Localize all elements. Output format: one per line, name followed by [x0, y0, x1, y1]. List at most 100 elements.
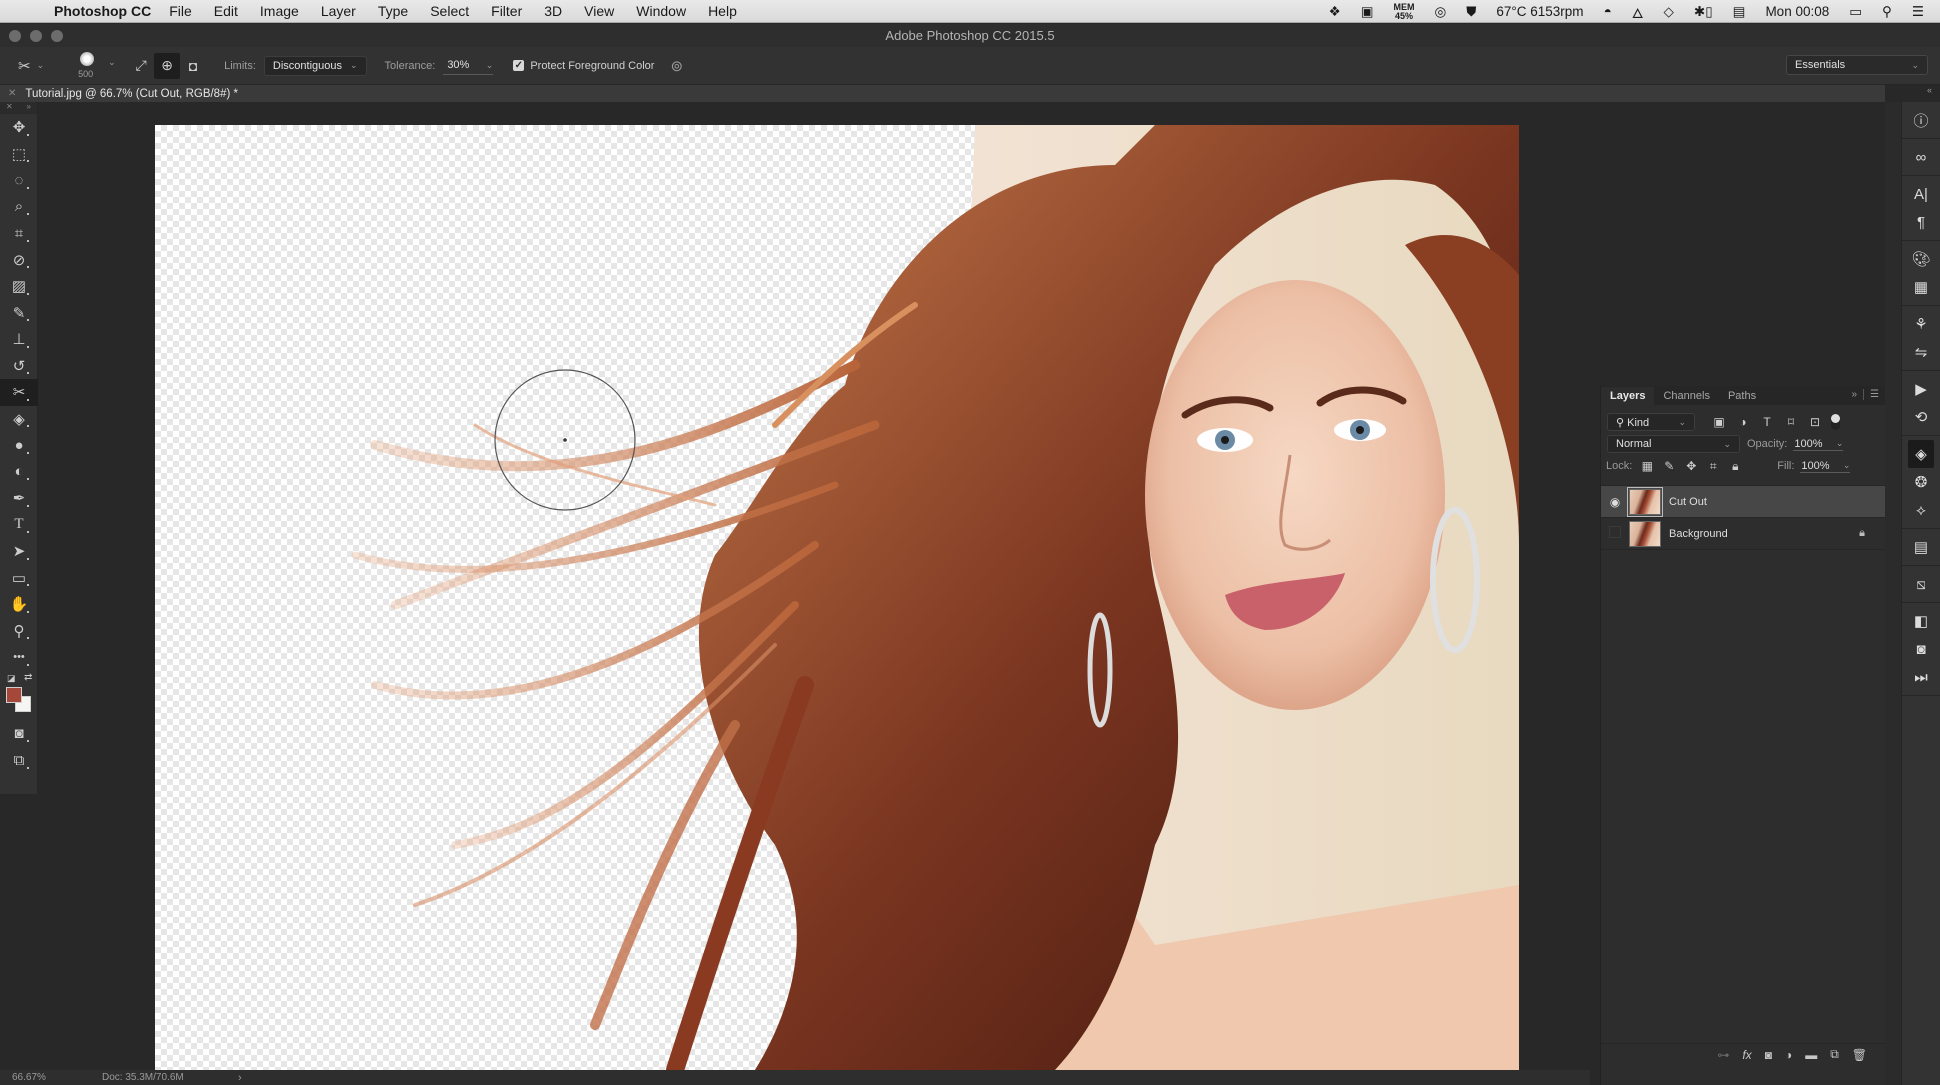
menu-view[interactable]: View — [584, 3, 614, 19]
close-tab-icon[interactable]: ✕ — [8, 88, 16, 99]
libraries-panel-icon[interactable]: ∞ — [1902, 143, 1940, 171]
menu-3d[interactable]: 3D — [544, 3, 562, 19]
dropbox-icon[interactable]: ❖ — [1329, 4, 1341, 20]
zoom-tool[interactable]: ⚲ — [0, 618, 38, 645]
background-eraser-tool[interactable]: ✂ — [0, 379, 38, 406]
shield-icon[interactable]: ⛊ — [1466, 4, 1476, 20]
pixel-layer-filter-icon[interactable]: ▣ — [1707, 415, 1731, 429]
zoom-level[interactable]: 66.67% — [12, 1072, 102, 1083]
tolerance-field[interactable]: 30% ⌄ — [443, 57, 494, 75]
menu-window[interactable]: Window — [636, 3, 686, 19]
zoom-window-button[interactable] — [51, 29, 63, 42]
menu-layer[interactable]: Layer — [321, 3, 356, 19]
path-selection-tool[interactable]: ➤ — [0, 538, 38, 565]
document-canvas[interactable] — [155, 125, 1519, 1070]
healing-brush-tool[interactable]: ▨ — [0, 273, 38, 300]
layers-panel-icon[interactable]: ◈ — [1908, 440, 1934, 468]
swap-colors-icon[interactable]: ⇄ — [24, 672, 32, 683]
chevron-down-icon[interactable]: ⌄ — [486, 60, 494, 71]
protect-foreground-label[interactable]: Protect Foreground Color — [530, 60, 654, 72]
new-layer-icon[interactable]: ⧉ — [1830, 1047, 1839, 1062]
menu-select[interactable]: Select — [430, 3, 469, 19]
blur-tool[interactable]: ● — [0, 432, 38, 459]
pen-tool[interactable]: ✒ — [0, 485, 38, 512]
protect-foreground-checkbox[interactable]: ✓ — [513, 60, 525, 71]
app-menu[interactable]: Photoshop CC — [54, 3, 151, 19]
link-layers-icon[interactable]: ⊶ — [1717, 1048, 1729, 1062]
character-panel-icon[interactable]: A| — [1902, 180, 1940, 208]
spotlight-search-icon[interactable]: ⚲ — [1882, 4, 1892, 20]
lock-all-icon[interactable]: 🔒︎ — [1724, 459, 1746, 474]
menu-file[interactable]: File — [169, 3, 192, 19]
delete-layer-trash-icon[interactable]: 🗑︎ — [1852, 1048, 1867, 1062]
calendar-icon[interactable]: ▤ — [1733, 4, 1746, 20]
info-panel-icon[interactable]: ⓘ — [1902, 106, 1940, 134]
hand-tool[interactable]: ✋ — [0, 591, 38, 618]
menu-help[interactable]: Help — [708, 3, 737, 19]
brush-preset-picker[interactable]: 500 ⌄ — [72, 50, 116, 82]
layer-style-fx-icon[interactable]: fx — [1742, 1048, 1751, 1062]
marquee-tool[interactable]: ⬚ — [0, 141, 38, 168]
crop-tool[interactable]: ⌗ — [0, 220, 38, 247]
document-tab[interactable]: ✕ Tutorial.jpg @ 66.7% (Cut Out, RGB/8#)… — [0, 85, 248, 102]
user-panel-icon[interactable]: ◙ — [1902, 635, 1940, 663]
sampling-once-button[interactable]: ⊕ — [154, 52, 181, 79]
dodge-tool[interactable]: ◐ — [0, 459, 38, 486]
notification-center-icon[interactable]: ☰ — [1912, 4, 1924, 20]
actions-panel-icon[interactable]: ▶ — [1902, 375, 1940, 403]
tab-paths[interactable]: Paths — [1719, 387, 1765, 405]
creative-cloud-icon[interactable]: ◎ — [1434, 4, 1446, 20]
tab-channels[interactable]: Channels — [1654, 387, 1718, 405]
flame-icon[interactable]: 🜂 — [1632, 0, 1644, 26]
layer-row-background[interactable]: Background 🔒︎ — [1601, 518, 1885, 550]
lock-artboard-icon[interactable]: ⌗ — [1702, 459, 1724, 474]
default-colors-icon[interactable]: ◪ — [7, 673, 16, 684]
shape-layer-filter-icon[interactable]: ⌑ — [1779, 415, 1803, 429]
brush-settings-panel-icon[interactable]: ⇋ — [1902, 338, 1940, 366]
new-group-folder-icon[interactable]: ▬ — [1805, 1048, 1817, 1062]
quick-selection-tool[interactable]: ⌕ — [0, 194, 38, 221]
chevron-down-icon[interactable]: ⌄ — [1836, 438, 1844, 450]
visibility-eye-icon[interactable]: ◉ — [1601, 495, 1629, 509]
move-tool[interactable]: ✥ — [0, 114, 38, 141]
clock[interactable]: Mon 00:08 — [1765, 4, 1829, 19]
type-tool[interactable]: T — [0, 512, 38, 539]
cleanmymac-icon[interactable]: ▣ — [1361, 4, 1374, 20]
close-panel-icon[interactable]: ✕ — [6, 102, 13, 114]
temperature-readout[interactable]: 67°C 6153rpm — [1496, 4, 1583, 19]
foreground-color-swatch[interactable] — [6, 686, 22, 703]
bluetooth-battery-icon[interactable]: ✱▯ — [1694, 4, 1713, 20]
limits-dropdown[interactable]: Discontiguous ⌄ — [263, 55, 367, 76]
adjustment-layer-filter-icon[interactable]: ◑ — [1731, 415, 1755, 429]
menu-type[interactable]: Type — [378, 3, 408, 19]
layer-row-cut-out[interactable]: ◉ Cut Out — [1601, 486, 1885, 518]
collapse-panels-icon[interactable]: « — [1927, 85, 1932, 95]
quick-mask-button[interactable]: ◙ — [0, 721, 38, 748]
expand-panel-icon[interactable]: » — [27, 102, 31, 114]
chevron-down-icon[interactable]: ⌄ — [1843, 460, 1851, 472]
artboard-panel-icon[interactable]: ◧ — [1902, 607, 1940, 635]
menu-edit[interactable]: Edit — [214, 3, 238, 19]
timeline-panel-icon[interactable]: ⏭ — [1902, 663, 1940, 691]
close-window-button[interactable] — [9, 29, 21, 42]
edit-toolbar[interactable]: ••• — [0, 644, 38, 671]
status-menu-arrow[interactable]: › — [238, 1072, 242, 1084]
smart-object-filter-icon[interactable]: ⊡ — [1803, 415, 1827, 429]
lock-position-icon[interactable]: ✥ — [1680, 459, 1702, 474]
lock-image-pixels-icon[interactable]: ✎ — [1658, 459, 1680, 474]
backup-icon[interactable]: ◓ — [1604, 4, 1612, 19]
history-brush-tool[interactable]: ↺ — [0, 353, 38, 380]
filter-toggle[interactable] — [1831, 414, 1840, 430]
swatches-panel-icon[interactable]: ▦ — [1902, 273, 1940, 301]
lasso-tool[interactable]: ◌ — [0, 167, 38, 194]
paragraph-panel-icon[interactable]: ¶ — [1902, 208, 1940, 236]
clone-source-panel-icon[interactable]: ⧅ — [1902, 570, 1940, 598]
rectangle-tool[interactable]: ▭ — [0, 565, 38, 592]
wifi-icon[interactable]: ◇ — [1664, 4, 1674, 20]
screen-mode-button[interactable]: ⧉ — [0, 747, 38, 774]
lock-transparency-icon[interactable]: ▦ — [1636, 459, 1658, 474]
clone-stamp-tool[interactable]: ⊥ — [0, 326, 38, 353]
color-panel-icon[interactable]: 🎨︎ — [1902, 245, 1940, 273]
minimize-window-button[interactable] — [30, 29, 42, 42]
tool-preset-picker[interactable]: ✂ ⌄ — [18, 57, 44, 75]
